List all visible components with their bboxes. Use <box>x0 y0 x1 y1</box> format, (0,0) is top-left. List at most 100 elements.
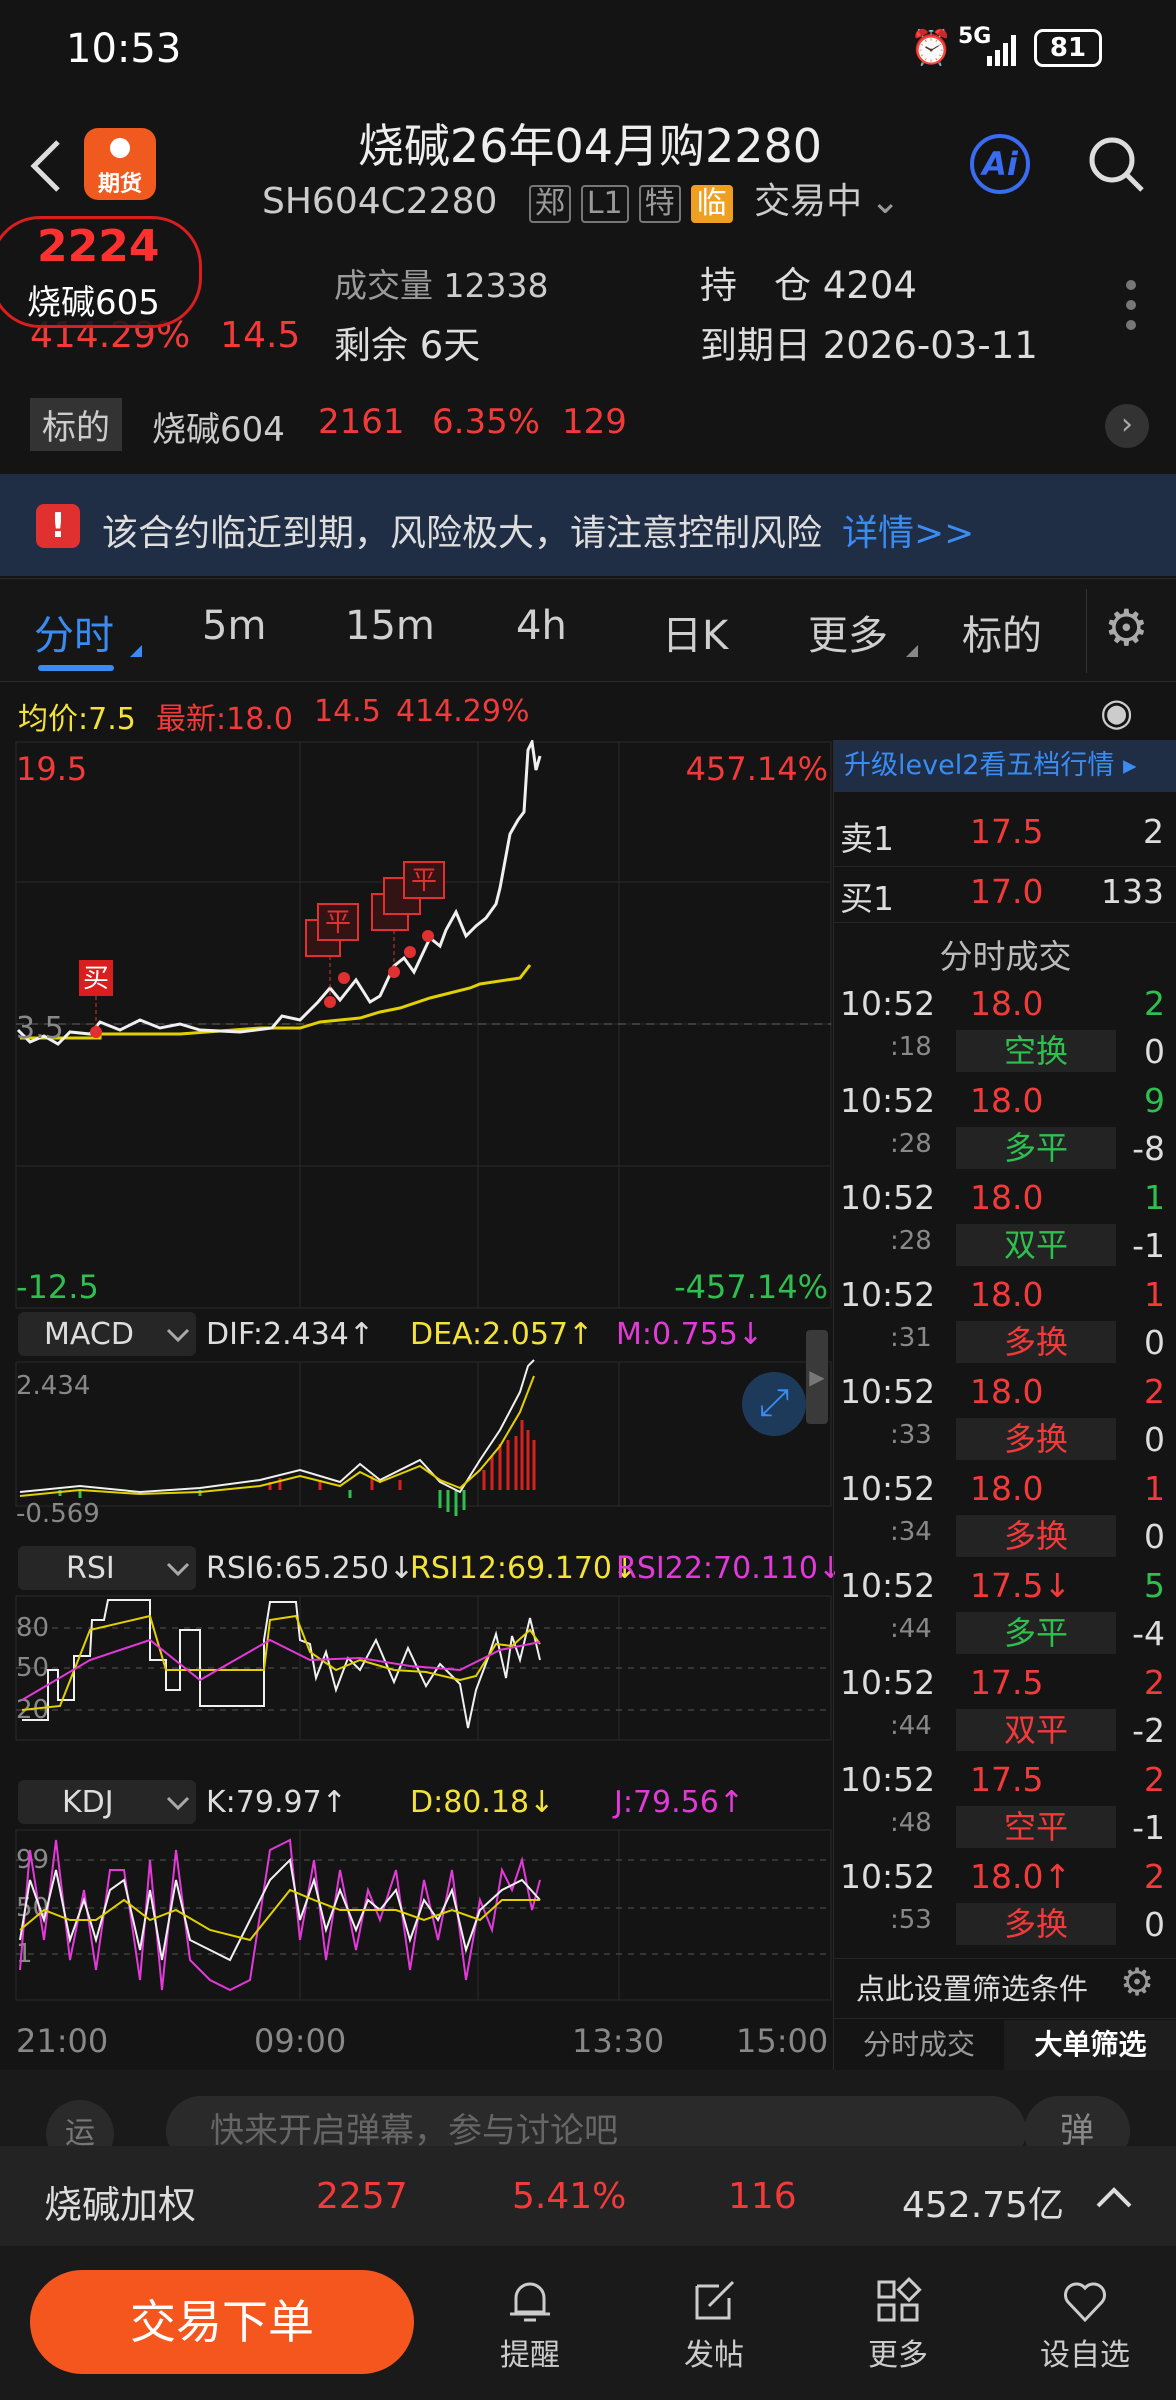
trade-net: 0 <box>1144 1517 1165 1556</box>
comment-bar: 运 快来开启弹幕，参与讨论吧 弹 <box>0 2070 1176 2168</box>
rsi-12: RSI12:69.170↓ <box>410 1551 637 1586</box>
trade-marker-close[interactable]: 平 平 <box>305 861 445 1008</box>
macd-dif: DIF:2.434↑ <box>206 1317 374 1352</box>
battery-icon: 81 <box>1034 29 1102 67</box>
edit-icon <box>695 2280 735 2320</box>
chart-panel[interactable]: 买 平 平 19.5 457.14% 3.5 -12.5 -457.14% MA… <box>0 740 835 2070</box>
trade-price: 17.5↓ <box>970 1566 1072 1605</box>
tab-timeshare[interactable]: 分时 <box>34 603 114 661</box>
trade-row: 10:52:44 17.5 2 双平 -2 <box>834 1663 1176 1760</box>
trade-seconds: :18 <box>890 1032 932 1062</box>
nav-alert[interactable]: 提醒 <box>490 2276 570 2374</box>
heart-icon <box>1064 2282 1106 2323</box>
macd-dea: DEA:2.057↑ <box>410 1317 593 1352</box>
trade-net: -1 <box>1132 1808 1165 1847</box>
panel-collapse-handle[interactable]: ▶ <box>806 1330 828 1424</box>
trade-price: 18.0 <box>970 984 1044 1023</box>
trade-type-badge: 空平 <box>956 1806 1116 1848</box>
bell-icon <box>510 2282 550 2322</box>
tab-time-trades[interactable]: 分时成交 <box>834 2020 1004 2070</box>
tag-special: 特 <box>638 185 681 223</box>
tab-underlying[interactable]: 标的 <box>962 603 1042 661</box>
expand-icon[interactable]: ⤢ <box>742 1372 806 1436</box>
svg-text:平: 平 <box>325 908 351 938</box>
filter-settings-link[interactable]: 点此设置筛选条件 <box>856 1966 1088 2008</box>
trades-title: 分时成交 <box>939 937 1072 976</box>
grid-icon <box>877 2276 922 2322</box>
kdj-j: J:79.56↑ <box>612 1785 744 1820</box>
floating-quote[interactable]: 2224 烧碱605 <box>0 216 202 328</box>
expiry: 到期日 2026-03-11 <box>700 324 1038 367</box>
trade-seconds: :31 <box>890 1323 932 1353</box>
tag-level: L1 <box>580 185 629 223</box>
trade-price: 18.0 <box>970 1372 1044 1411</box>
trade-volume: 2 <box>1144 1372 1165 1411</box>
underlying-row[interactable]: 标的 烧碱604 2161 6.35% 129 › <box>0 390 1176 464</box>
more-vertical-icon[interactable] <box>1126 280 1136 330</box>
trade-order-button[interactable]: 交易下单 <box>30 2270 414 2374</box>
rsi-6: RSI6:65.250↓ <box>206 1551 414 1586</box>
svg-text:1: 1 <box>16 1939 33 1969</box>
nav-watchlist[interactable]: 设自选 <box>1030 2276 1140 2374</box>
tab-more[interactable]: 更多 <box>808 603 888 661</box>
trade-time: 10:52 <box>840 1469 936 1508</box>
trade-price: 18.0 <box>970 1275 1044 1314</box>
chart-min-pct: -457.14% <box>674 1268 828 1306</box>
trade-price: 18.0↑ <box>970 1857 1072 1896</box>
underlying-label: 标的 <box>30 398 122 451</box>
contract-code: SH604C2280 <box>262 181 498 222</box>
signal-icon <box>987 35 1016 66</box>
chart-max-pct: 457.14% <box>686 750 828 788</box>
trade-row: 10:52:18 18.0 2 空换 0 <box>834 984 1176 1081</box>
trade-type-badge: 多换 <box>956 1321 1116 1363</box>
status-time: 10:53 <box>66 26 182 72</box>
futures-logo[interactable]: 期货 <box>84 128 156 200</box>
rsi-selector: RSI <box>66 1551 115 1586</box>
tab-more-corner-icon <box>906 645 918 657</box>
settings-gear-icon[interactable]: ⚙ <box>1104 599 1149 657</box>
rsi-22: RSI22:70.110↓ <box>616 1551 835 1586</box>
trade-time: 10:52 <box>840 984 936 1023</box>
trade-price: 18.0 <box>970 1081 1044 1120</box>
nav-more[interactable]: 更多 <box>858 2276 938 2374</box>
macd-m: M:0.755↓ <box>616 1317 763 1352</box>
nav-post[interactable]: 发帖 <box>674 2276 754 2374</box>
trade-row: 10:52:33 18.0 2 多换 0 <box>834 1372 1176 1469</box>
ai-icon[interactable]: Ai <box>970 134 1030 194</box>
tab-5m[interactable]: 5m <box>202 603 266 649</box>
trade-seconds: :44 <box>890 1711 932 1741</box>
trade-time: 10:52 <box>840 1372 936 1411</box>
filter-gear-icon[interactable]: ⚙ <box>1120 1960 1154 2004</box>
tab-15m[interactable]: 15m <box>345 603 435 649</box>
search-icon[interactable] <box>1086 134 1148 196</box>
trade-state[interactable]: 交易中 <box>754 181 862 222</box>
status-bar: 10:53 ⏰ 5G 81 <box>0 0 1176 100</box>
trade-seconds: :53 <box>890 1905 932 1935</box>
bid-price: 17.0 <box>970 872 1044 911</box>
tab-4h[interactable]: 4h <box>516 603 567 649</box>
svg-text:-0.569: -0.569 <box>16 1499 100 1529</box>
x-label-1500: 15:00 <box>736 2022 828 2060</box>
back-icon[interactable] <box>26 138 66 194</box>
kdj-k: K:79.97↑ <box>206 1785 347 1820</box>
risk-warning[interactable]: ! 该合约临近到期，风险极大，请注意控制风险 详情>> <box>0 474 1176 576</box>
chevron-right-icon[interactable]: › <box>1105 404 1149 448</box>
eye-icon[interactable]: ◉ <box>1100 690 1133 734</box>
index-ticker[interactable]: 烧碱加权 2257 5.41% 116 452.75亿 <box>0 2146 1176 2246</box>
ask-volume: 2 <box>1143 812 1164 851</box>
chevron-down-icon[interactable]: ⌄ <box>870 181 900 222</box>
chevron-up-icon[interactable] <box>1094 2182 1134 2212</box>
bottom-bar: 交易下单 提醒 发帖 更多 设自选 <box>0 2246 1176 2400</box>
trade-type-badge: 多平 <box>956 1612 1116 1654</box>
x-label-0900: 09:00 <box>254 2022 346 2060</box>
trade-row: 10:52:31 18.0 1 多换 0 <box>834 1275 1176 1372</box>
tab-large-orders[interactable]: 大单筛选 <box>1004 2020 1176 2070</box>
tab-daily[interactable]: 日K <box>662 603 728 661</box>
trade-row: 10:52:53 18.0↑ 2 多换 0 <box>834 1857 1176 1954</box>
trade-time: 10:52 <box>840 1663 936 1702</box>
level2-upgrade[interactable]: 升级level2看五档行情 ▸ <box>834 740 1176 792</box>
bid-volume: 133 <box>1101 872 1164 911</box>
x-label-2100: 21:00 <box>16 2022 108 2060</box>
trade-volume: 9 <box>1144 1081 1165 1120</box>
details-link[interactable]: 详情>> <box>842 504 974 556</box>
